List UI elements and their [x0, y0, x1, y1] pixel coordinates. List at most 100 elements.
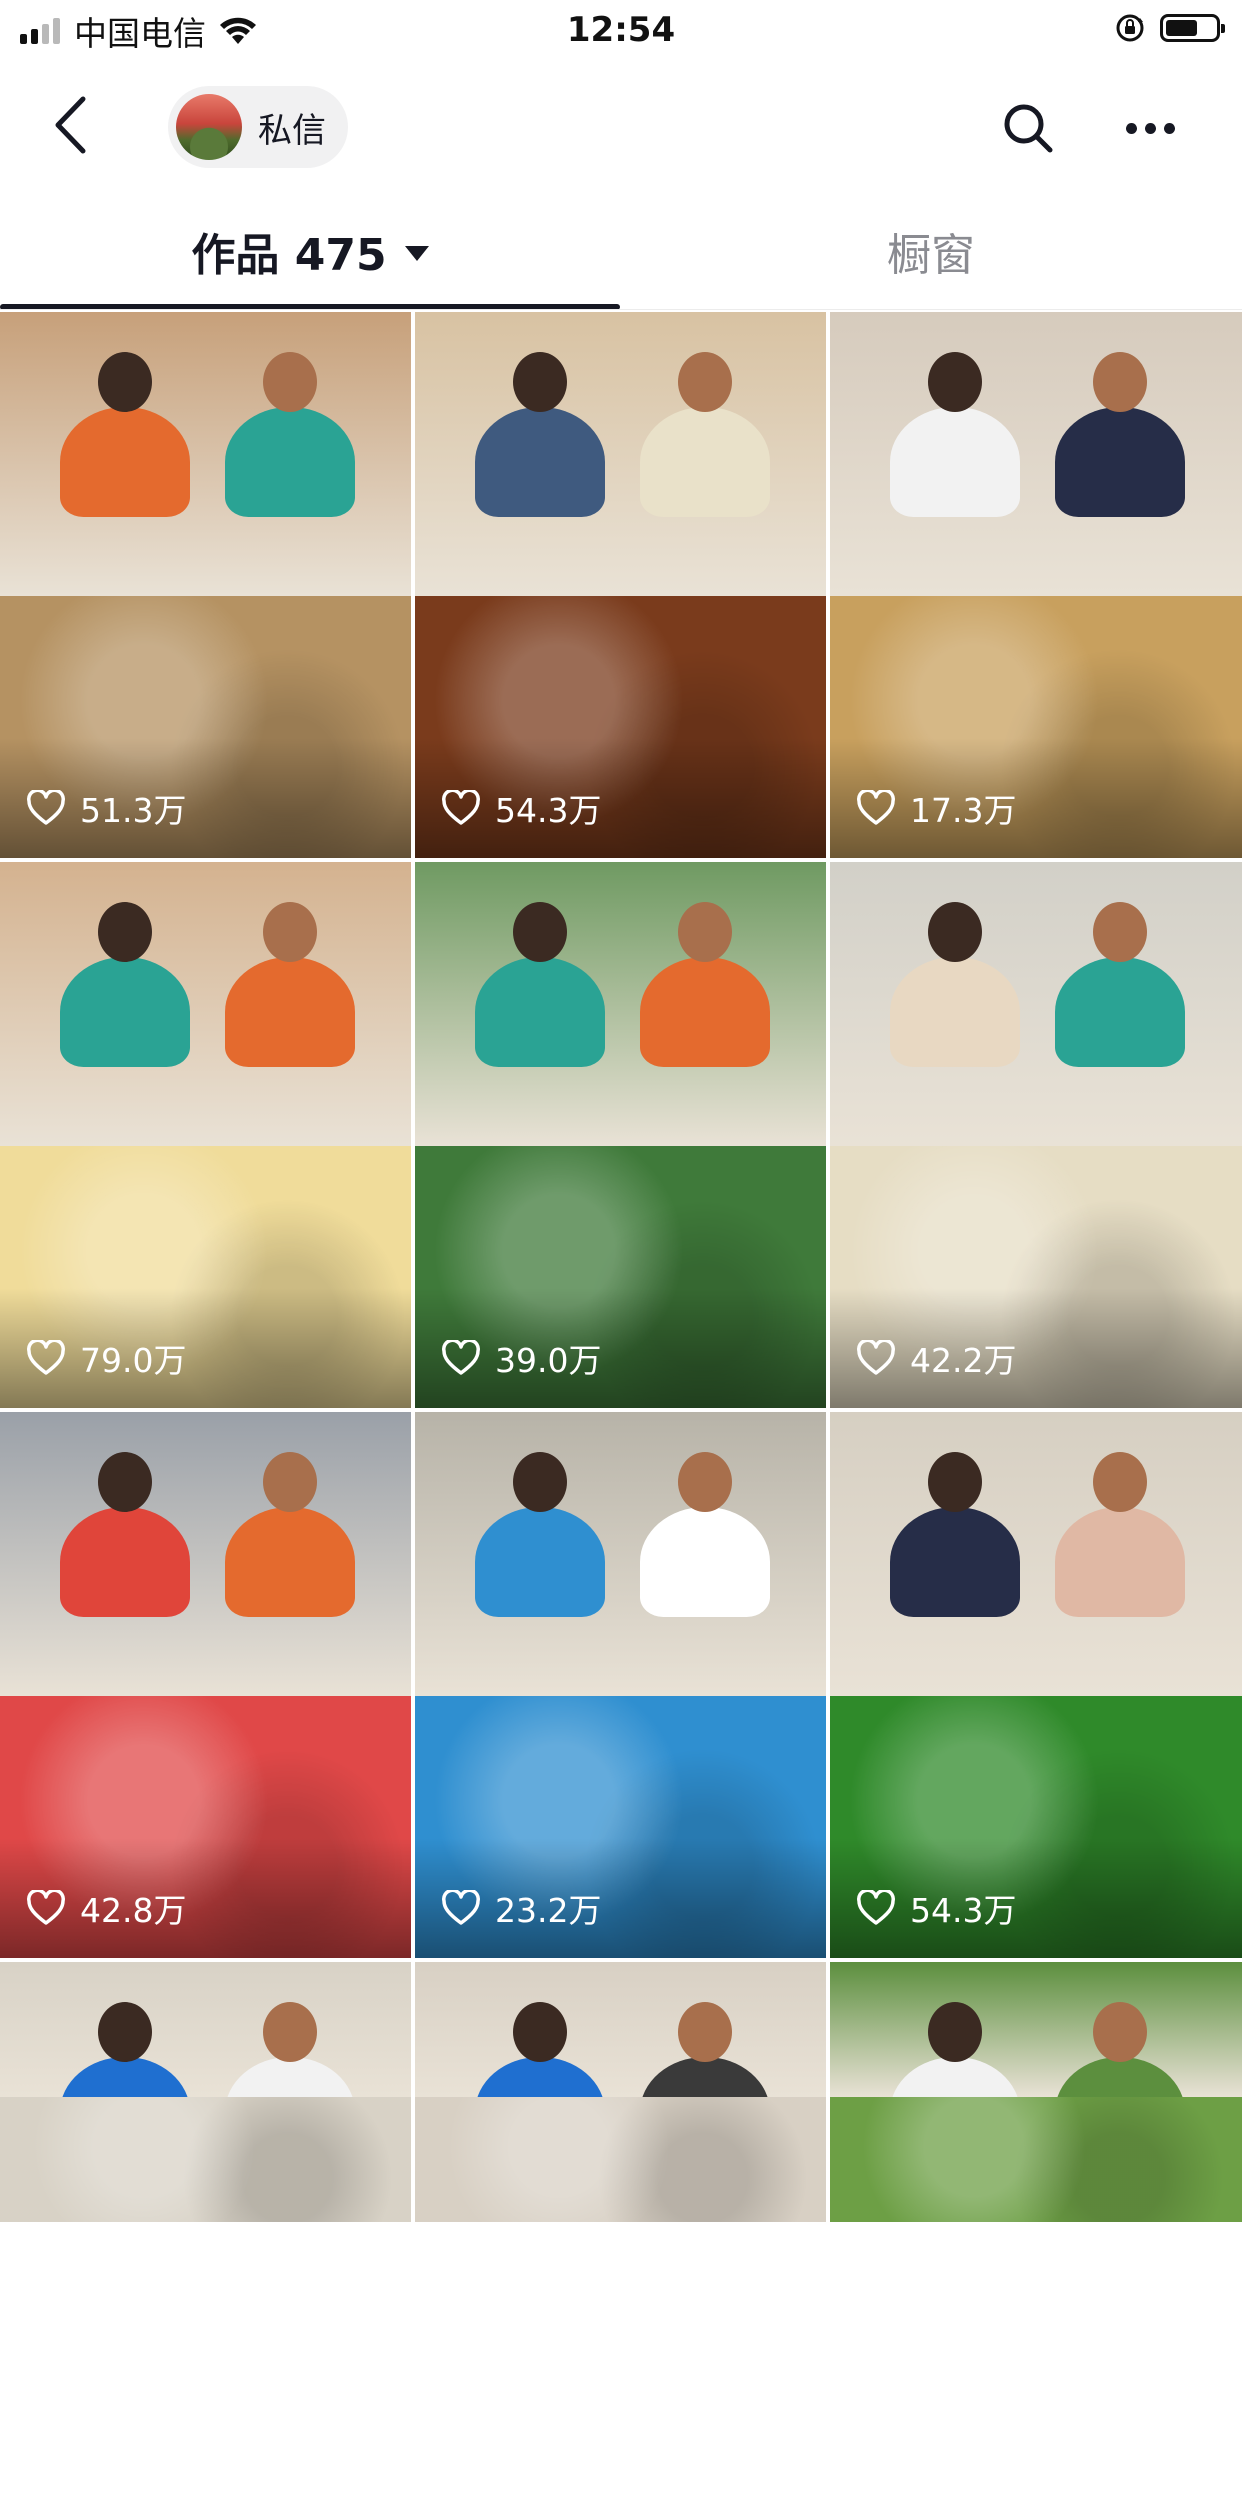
- heart-icon: [442, 1340, 480, 1375]
- more-dot-icon: [1125, 122, 1137, 134]
- person-figure: [640, 1507, 770, 1617]
- tab-works[interactable]: 作品 475: [0, 192, 620, 310]
- heart-icon: [442, 790, 480, 825]
- heart-icon: [442, 1890, 480, 1925]
- like-count-label: 23.2万: [495, 1891, 602, 1930]
- person-figure: [60, 957, 190, 1067]
- person-figure: [225, 957, 355, 1067]
- video-thumbnail[interactable]: [415, 1962, 826, 2222]
- like-count-label: 17.3万: [910, 791, 1017, 830]
- thumbnail-food-closeup: [830, 2097, 1242, 2222]
- avatar: [176, 94, 242, 160]
- person-head: [98, 352, 152, 412]
- like-count: 54.3万: [441, 784, 601, 832]
- heart-icon: [27, 1340, 65, 1375]
- person-figure: [890, 1507, 1020, 1617]
- direct-message-label: 私信: [258, 110, 326, 151]
- more-dot-icon: [1144, 122, 1156, 134]
- video-grid: 51.3万 54.3万 17.3万 79.0万 39.0万 42.2万 42.8万 23.2万…: [0, 312, 1242, 2508]
- search-icon: [1004, 104, 1053, 153]
- person-head: [928, 2002, 982, 2062]
- battery-icon: [1160, 14, 1225, 42]
- person-figure: [60, 1507, 190, 1617]
- caret-down-icon[interactable]: [404, 245, 429, 261]
- like-count-label: 39.0万: [495, 1341, 602, 1380]
- person-figure: [640, 407, 770, 517]
- heart-icon: [857, 1340, 895, 1375]
- video-thumbnail[interactable]: 23.2万: [415, 1412, 826, 1958]
- person-head: [263, 902, 317, 962]
- like-count-label: 51.3万: [80, 791, 187, 830]
- tab-works-label: 作品 475: [191, 230, 387, 281]
- video-thumbnail[interactable]: 42.8万: [0, 1412, 411, 1958]
- person-head: [513, 2002, 567, 2062]
- person-figure: [225, 1507, 355, 1617]
- like-count: 23.2万: [441, 1884, 601, 1932]
- like-count-label: 42.2万: [910, 1341, 1017, 1380]
- heart-icon: [27, 790, 65, 825]
- person-head: [98, 2002, 152, 2062]
- orientation-lock-icon: [1116, 14, 1144, 42]
- video-thumbnail[interactable]: [0, 1962, 411, 2222]
- person-figure: [475, 1507, 605, 1617]
- person-figure: [475, 957, 605, 1067]
- thumbnail-scene: [415, 1962, 826, 2098]
- person-head: [678, 1452, 732, 1512]
- like-count: 39.0万: [441, 1334, 601, 1382]
- person-figure: [890, 957, 1020, 1067]
- thumbnail-scene: [830, 1962, 1242, 2098]
- person-head: [98, 1452, 152, 1512]
- person-figure: [1055, 1507, 1185, 1617]
- person-figure: [1055, 957, 1185, 1067]
- person-head: [1093, 352, 1147, 412]
- person-head: [98, 902, 152, 962]
- person-head: [1093, 2002, 1147, 2062]
- tab-divider: [0, 309, 1242, 310]
- heart-icon: [857, 1890, 895, 1925]
- tab-shop-label: 橱窗: [887, 230, 975, 281]
- person-figure: [225, 407, 355, 517]
- person-head: [263, 352, 317, 412]
- heart-icon: [857, 790, 895, 825]
- direct-message-button[interactable]: 私信: [168, 86, 348, 168]
- person-figure: [60, 407, 190, 517]
- person-figure: [1055, 407, 1185, 517]
- video-thumbnail[interactable]: 51.3万: [0, 312, 411, 858]
- like-count-label: 54.3万: [495, 791, 602, 830]
- top-nav-bar: 私信: [0, 62, 1242, 192]
- like-count: 54.3万: [856, 1884, 1016, 1932]
- search-button[interactable]: [998, 98, 1058, 158]
- person-head: [928, 902, 982, 962]
- person-figure: [640, 957, 770, 1067]
- video-thumbnail[interactable]: [830, 1962, 1242, 2222]
- status-time: 12:54: [566, 10, 676, 50]
- video-thumbnail[interactable]: 54.3万: [830, 1412, 1242, 1958]
- status-bar-right: [1114, 12, 1225, 44]
- thumbnail-food-closeup: [0, 2097, 411, 2222]
- more-options-button[interactable]: [1118, 98, 1182, 158]
- video-thumbnail[interactable]: 42.2万: [830, 862, 1242, 1408]
- video-thumbnail[interactable]: 17.3万: [830, 312, 1242, 858]
- video-thumbnail[interactable]: 79.0万: [0, 862, 411, 1408]
- like-count-label: 42.8万: [80, 1891, 187, 1930]
- like-count: 42.8万: [26, 1884, 186, 1932]
- more-dot-icon: [1163, 122, 1175, 134]
- person-head: [678, 2002, 732, 2062]
- content-tabs: 作品 475 橱窗: [0, 192, 1242, 310]
- tab-shop-window[interactable]: 橱窗: [620, 192, 1242, 310]
- person-head: [1093, 902, 1147, 962]
- chevron-left-icon: [55, 96, 86, 154]
- like-count-label: 54.3万: [910, 1891, 1017, 1930]
- person-head: [928, 1452, 982, 1512]
- video-thumbnail[interactable]: 39.0万: [415, 862, 826, 1408]
- status-bar: 中国电信 12:54: [0, 0, 1242, 62]
- back-button[interactable]: [40, 92, 100, 158]
- person-head: [678, 352, 732, 412]
- video-thumbnail[interactable]: 54.3万: [415, 312, 826, 858]
- person-head: [513, 1452, 567, 1512]
- person-figure: [890, 407, 1020, 517]
- thumbnail-scene: [0, 1962, 411, 2098]
- person-head: [513, 902, 567, 962]
- person-figure: [475, 407, 605, 517]
- heart-icon: [27, 1890, 65, 1925]
